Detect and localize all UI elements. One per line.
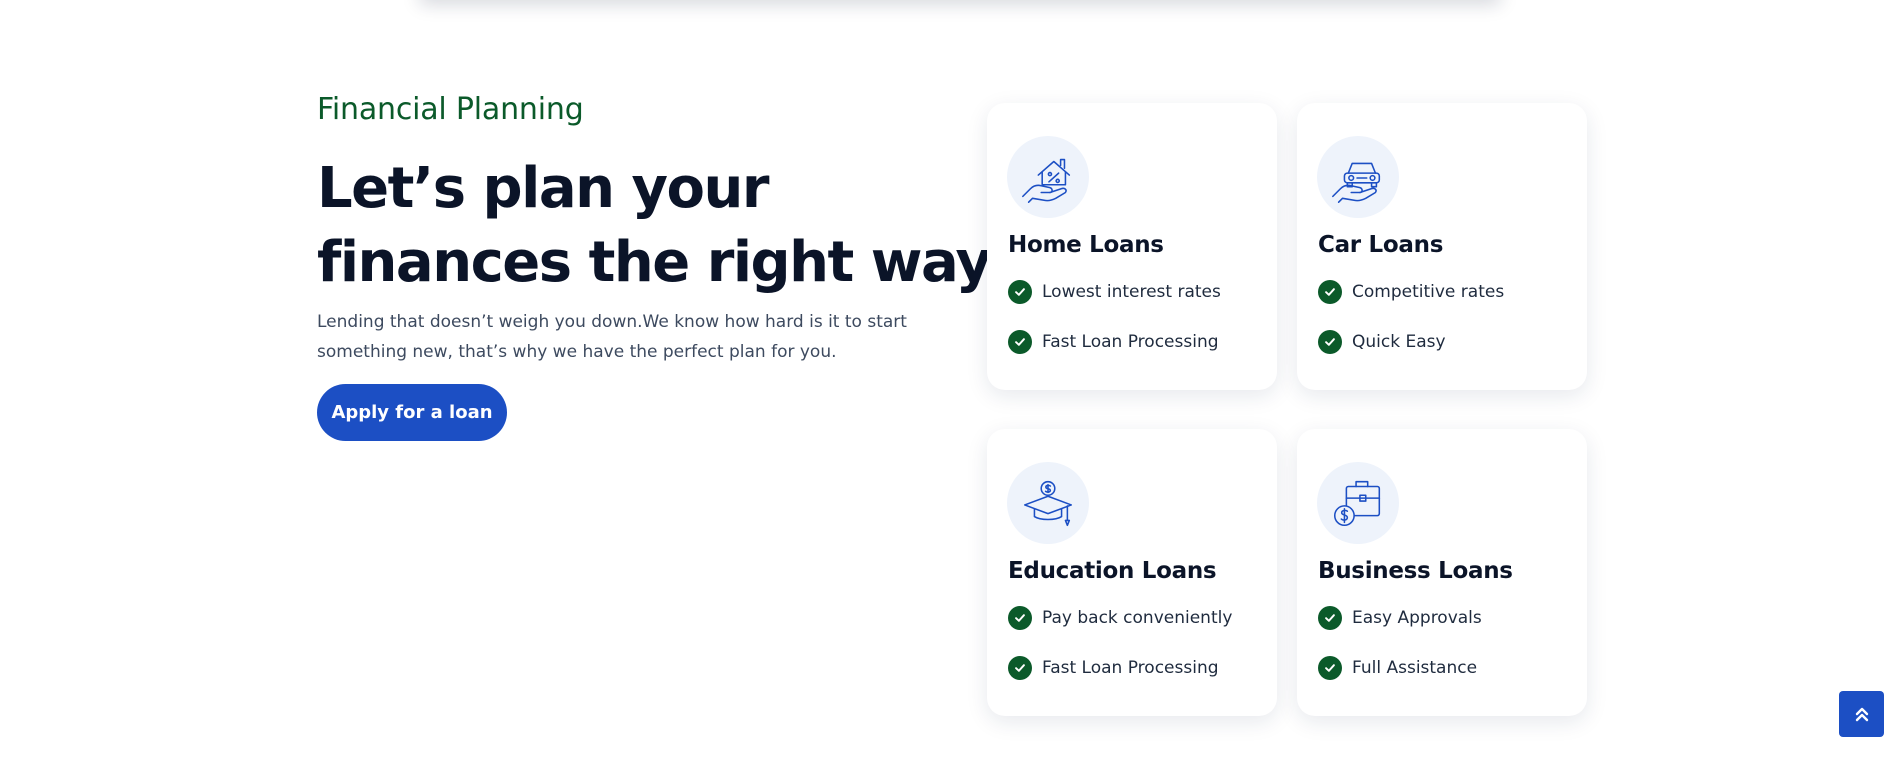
check-circle-icon <box>1008 606 1032 630</box>
feature-label: Pay back conveniently <box>1042 608 1233 628</box>
check-circle-icon <box>1318 606 1342 630</box>
car-loan-icon <box>1317 136 1399 218</box>
feature-item: Lowest interest rates <box>1008 280 1221 304</box>
feature-item: Quick Easy <box>1318 330 1446 354</box>
hero-description: Lending that doesn’t weigh you down.We k… <box>317 312 907 362</box>
business-loan-icon <box>1317 462 1399 544</box>
loan-card-education: Education Loans Pay back conveniently Fa… <box>987 429 1277 716</box>
section-eyebrow: Financial Planning <box>317 92 584 127</box>
feature-label: Quick Easy <box>1352 332 1446 352</box>
check-circle-icon <box>1008 280 1032 304</box>
check-circle-icon <box>1318 656 1342 680</box>
loan-card-car: Car Loans Competitive rates Quick Easy <box>1297 103 1587 390</box>
feature-label: Competitive rates <box>1352 282 1505 302</box>
feature-label: Fast Loan Processing <box>1042 658 1219 678</box>
double-chevron-up-icon <box>1855 707 1868 722</box>
check-circle-icon <box>1318 330 1342 354</box>
check-circle-icon <box>1008 656 1032 680</box>
feature-item: Competitive rates <box>1318 280 1504 304</box>
feature-label: Full Assistance <box>1352 658 1478 678</box>
feature-item: Easy Approvals <box>1318 606 1482 630</box>
card-title: Education Loans <box>1008 558 1217 584</box>
page-title-line-2: finances the right way <box>317 230 992 295</box>
education-loan-icon <box>1007 462 1089 544</box>
card-title: Car Loans <box>1318 232 1444 258</box>
check-circle-icon <box>1318 280 1342 304</box>
card-title: Business Loans <box>1318 558 1513 584</box>
feature-item: Fast Loan Processing <box>1008 656 1219 680</box>
scroll-to-top-button[interactable] <box>1839 691 1884 737</box>
feature-label: Lowest interest rates <box>1042 282 1221 302</box>
loan-card-business: Business Loans Easy Approvals Full Assis… <box>1297 429 1587 716</box>
feature-label: Fast Loan Processing <box>1042 332 1219 352</box>
home-loan-icon <box>1007 136 1089 218</box>
apply-for-loan-button[interactable]: Apply for a loan <box>317 384 507 441</box>
check-circle-icon <box>1008 330 1032 354</box>
card-title: Home Loans <box>1008 232 1164 258</box>
page-title-line-1: Let’s plan your <box>317 156 769 221</box>
feature-item: Fast Loan Processing <box>1008 330 1219 354</box>
loan-card-home: Home Loans Lowest interest rates Fast Lo… <box>987 103 1277 390</box>
feature-item: Pay back conveniently <box>1008 606 1232 630</box>
feature-label: Easy Approvals <box>1352 608 1482 628</box>
feature-item: Full Assistance <box>1318 656 1477 680</box>
page-title: Let’s plan your finances the right way <box>317 152 992 300</box>
